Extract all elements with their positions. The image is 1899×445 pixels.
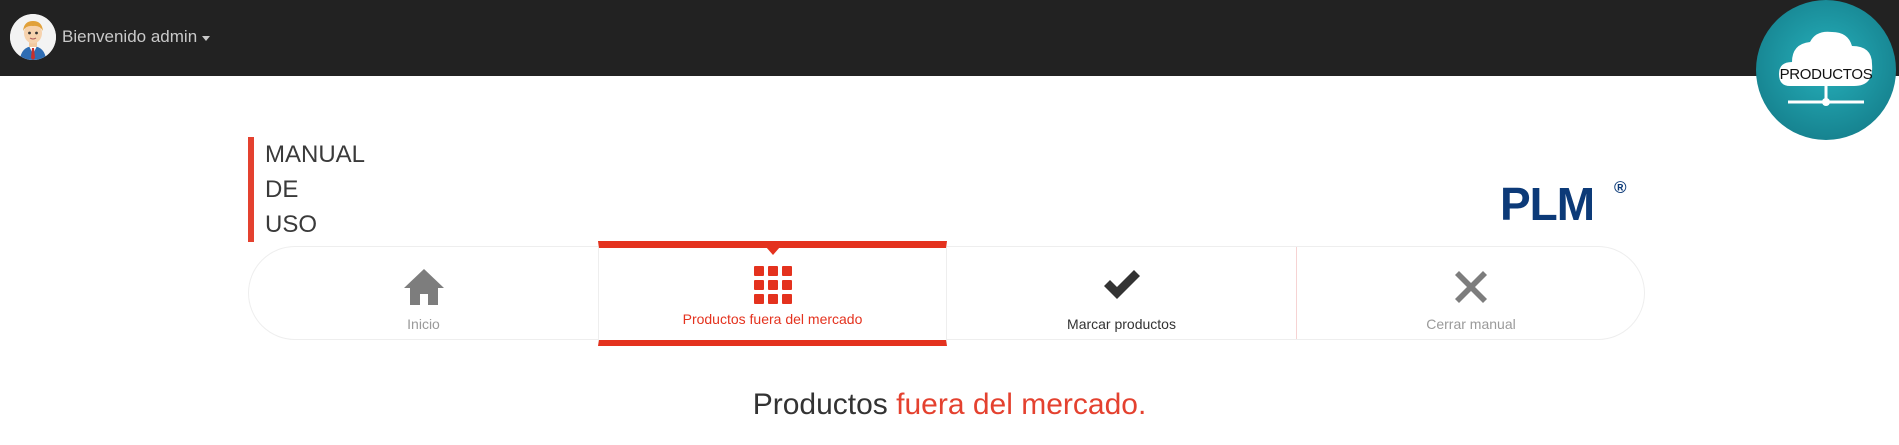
grid-icon xyxy=(753,266,792,309)
user-menu[interactable]: Bienvenido admin xyxy=(10,13,211,61)
tab-productos-fuera-del-mercado[interactable]: Productos fuera del mercado xyxy=(598,241,947,346)
home-icon xyxy=(402,267,446,312)
badge-label: PRODUCTOS xyxy=(1779,66,1873,83)
plm-logo-text: PLM xyxy=(1500,178,1595,230)
registered-mark: ® xyxy=(1614,178,1627,197)
manual-title-line-2: DE xyxy=(265,176,299,203)
manual-title-line-3: USO xyxy=(265,211,318,238)
tab-inicio[interactable]: Inicio xyxy=(249,247,598,339)
checkmark-icon xyxy=(1101,267,1143,308)
tab-cerrar-manual-label: Cerrar manual xyxy=(1426,316,1516,332)
section-heading: Productos fuera del mercado. xyxy=(0,388,1899,422)
manual-title: MANUAL DE USO xyxy=(248,137,365,242)
productos-cloud-badge[interactable]: PRODUCTOS xyxy=(1754,0,1898,142)
top-navbar: Bienvenido admin xyxy=(0,0,1899,76)
user-avatar-icon xyxy=(10,14,56,60)
heading-accent: fuera del mercado. xyxy=(896,388,1147,421)
manual-title-line-1: MANUAL xyxy=(265,141,366,168)
tab-inicio-label: Inicio xyxy=(407,316,440,332)
close-icon xyxy=(1453,269,1489,310)
heading-prefix: Productos xyxy=(752,388,888,421)
caret-down-icon xyxy=(202,35,211,41)
tab-cerrar-manual[interactable]: Cerrar manual xyxy=(1296,247,1645,339)
tab-productos-fuera-del-mercado-label: Productos fuera del mercado xyxy=(682,311,863,327)
plm-logo: PLM ® xyxy=(1500,178,1630,227)
tab-marcar-productos[interactable]: Marcar productos xyxy=(947,247,1296,339)
tab-marcar-productos-label: Marcar productos xyxy=(1067,316,1176,332)
user-menu-label: Bienvenido admin xyxy=(62,27,198,46)
active-tab-pointer xyxy=(765,247,780,255)
